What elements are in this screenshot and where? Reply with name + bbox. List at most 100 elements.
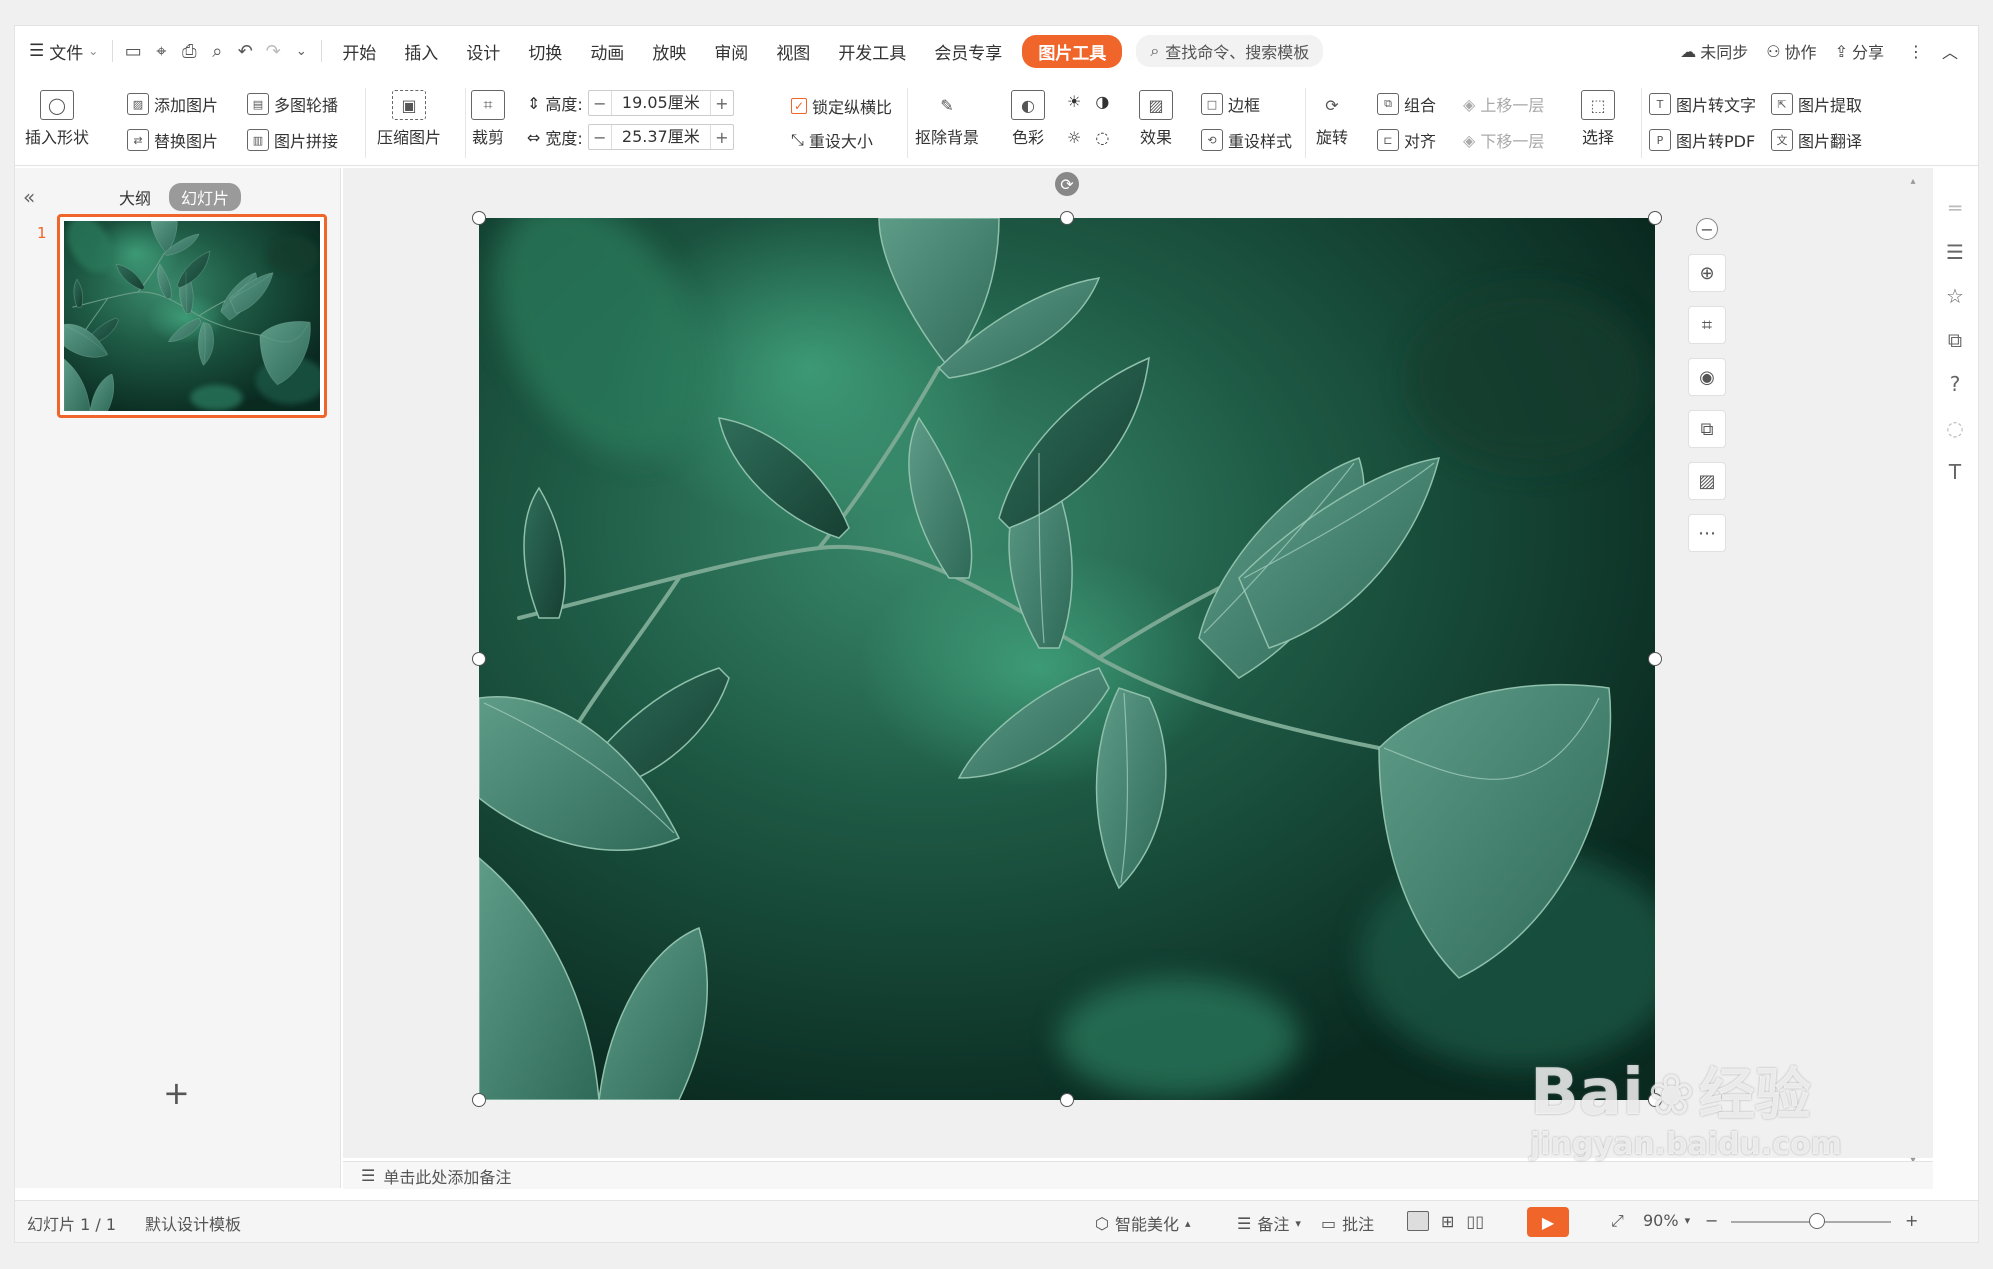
notes-bar[interactable]: ☰ 单击此处添加备注: [343, 1161, 1933, 1189]
crop-button[interactable]: ⌗ 裁剪: [471, 90, 505, 148]
template-name[interactable]: 默认设计模板: [145, 1211, 241, 1235]
zoom-in-icon[interactable]: +: [1905, 1211, 1918, 1230]
width-field[interactable]: 25.37厘米: [610, 125, 711, 149]
add-slide-button[interactable]: +: [163, 1074, 190, 1112]
zoom-slider[interactable]: [1731, 1213, 1891, 1229]
tab-slideshow[interactable]: 放映: [638, 39, 700, 64]
zoom-slider-track[interactable]: [1731, 1213, 1891, 1229]
collab-button[interactable]: ⚇ 协作: [1766, 39, 1816, 63]
tab-transition[interactable]: 切换: [514, 39, 576, 64]
multi-carousel-button[interactable]: ▤ 多图轮播: [247, 92, 338, 116]
height-field[interactable]: 19.05厘米: [610, 91, 711, 115]
contrast-down-icon[interactable]: ◌: [1095, 128, 1109, 147]
rotate-handle-icon[interactable]: ⟳: [1055, 172, 1079, 196]
insert-shape-button[interactable]: ◯ 插入形状: [25, 90, 89, 148]
height-stepper[interactable]: −19.05厘米 +: [587, 90, 734, 116]
decrement-icon[interactable]: −: [589, 128, 611, 147]
tab-view[interactable]: 视图: [762, 39, 824, 64]
zoom-out-icon[interactable]: −: [1705, 1211, 1718, 1230]
send-backward-button[interactable]: ◈ 下移一层: [1463, 128, 1544, 152]
bring-forward-button[interactable]: ◈ 上移一层: [1463, 92, 1544, 116]
grid-view-icon[interactable]: ⊞: [1441, 1212, 1454, 1231]
reset-size-button[interactable]: ⤡ 重设大小: [791, 128, 873, 152]
leaf-photo[interactable]: [479, 218, 1655, 1100]
fit-window-icon[interactable]: ⤢: [1611, 1211, 1624, 1231]
sync-status[interactable]: ☁ 未同步: [1680, 39, 1748, 63]
more-icon[interactable]: ⋯: [1688, 514, 1726, 552]
vertical-scrollbar[interactable]: ▴ ▾: [1906, 176, 1920, 1166]
resize-handle[interactable]: [472, 1093, 486, 1107]
reset-style-button[interactable]: ⟲ 重设样式: [1201, 128, 1292, 152]
tab-slides[interactable]: 幻灯片: [169, 183, 242, 211]
group-button[interactable]: ⧉ 组合: [1377, 92, 1436, 116]
tab-developer[interactable]: 开发工具: [824, 39, 920, 64]
increment-icon[interactable]: +: [711, 128, 733, 147]
print-preview-icon[interactable]: ⌕: [203, 37, 231, 65]
redo-icon[interactable]: ↷: [259, 37, 287, 65]
slideshow-button[interactable]: ▶: [1527, 1207, 1569, 1237]
comments-toggle[interactable]: ▭ 批注: [1321, 1211, 1374, 1235]
help-icon[interactable]: ?: [1950, 372, 1961, 396]
scroll-up-icon[interactable]: ▴: [1910, 176, 1915, 187]
tab-animation[interactable]: 动画: [576, 39, 638, 64]
file-menu[interactable]: ☰ 文件 ⌄: [21, 39, 106, 64]
zoom-slider-knob[interactable]: [1809, 1213, 1825, 1229]
fill-icon[interactable]: ▨: [1688, 462, 1726, 500]
zoom-level[interactable]: 90% ▾: [1643, 1211, 1690, 1230]
pic-extract-button[interactable]: ⇱ 图片提取: [1771, 92, 1862, 116]
tab-outline[interactable]: 大纲: [107, 183, 163, 211]
pic-to-text-button[interactable]: T 图片转文字: [1649, 92, 1756, 116]
decrement-icon[interactable]: −: [589, 94, 611, 113]
color-button[interactable]: ◐ 色彩: [1011, 90, 1045, 148]
tab-design[interactable]: 设计: [452, 39, 514, 64]
copy-icon[interactable]: ⧉: [1948, 328, 1962, 352]
brightness-down-icon[interactable]: ☼: [1067, 128, 1081, 147]
add-picture-button[interactable]: ▨ 添加图片: [127, 92, 218, 116]
print-icon[interactable]: ⎙: [175, 37, 203, 65]
slide-thumbnail[interactable]: [57, 214, 327, 418]
crop-icon[interactable]: ⌗: [1688, 306, 1726, 344]
customize-toolbar-icon[interactable]: ⌄: [287, 37, 315, 65]
border-button[interactable]: □ 边框: [1201, 92, 1260, 116]
resize-handle[interactable]: [472, 211, 486, 225]
resize-handle[interactable]: [1060, 211, 1074, 225]
zoom-in-icon[interactable]: ⊕: [1688, 254, 1726, 292]
brightness-up-icon[interactable]: ☀: [1067, 92, 1081, 111]
lock-ratio-checkbox[interactable]: ✓ 锁定纵横比: [791, 94, 892, 118]
share-button[interactable]: ⇪ 分享: [1835, 39, 1884, 63]
collapse-ribbon-icon[interactable]: ︿: [1942, 39, 1958, 63]
normal-view-icon[interactable]: [1407, 1211, 1429, 1231]
bulb-icon[interactable]: ◌: [1946, 416, 1963, 440]
reading-view-icon[interactable]: ▯▯: [1466, 1212, 1484, 1231]
save-icon[interactable]: ▭: [119, 37, 147, 65]
compress-picture-button[interactable]: ▣ 压缩图片: [377, 90, 441, 148]
notes-toggle[interactable]: ☰ 备注 ▾: [1237, 1211, 1301, 1235]
align-button[interactable]: ⊏ 对齐: [1377, 128, 1436, 152]
smart-beautify-button[interactable]: ⬡ 智能美化 ▴: [1095, 1211, 1191, 1235]
width-stepper[interactable]: −25.37厘米 +: [587, 124, 734, 150]
tab-member[interactable]: 会员专享: [920, 39, 1016, 64]
replace-image-icon[interactable]: ⧉: [1688, 410, 1726, 448]
picture-collage-button[interactable]: ▥ 图片拼接: [247, 128, 338, 152]
increment-icon[interactable]: +: [711, 94, 733, 113]
star-icon[interactable]: ☆: [1946, 284, 1964, 308]
more-icon[interactable]: ⋮: [1908, 42, 1924, 61]
tab-picture-tools[interactable]: 图片工具: [1022, 34, 1123, 68]
text-icon[interactable]: T: [1949, 460, 1961, 484]
resize-handle[interactable]: [1648, 652, 1662, 666]
tab-insert[interactable]: 插入: [390, 39, 452, 64]
select-button[interactable]: ⬚ 选择: [1581, 90, 1615, 148]
tab-review[interactable]: 审阅: [700, 39, 762, 64]
panel-toggle-icon[interactable]: ═: [1949, 196, 1961, 220]
tab-home[interactable]: 开始: [328, 39, 390, 64]
properties-icon[interactable]: ☰: [1946, 240, 1964, 264]
format-painter-icon[interactable]: ⌖: [147, 37, 175, 65]
replace-picture-button[interactable]: ⇄ 替换图片: [127, 128, 218, 152]
minus-icon[interactable]: −: [1696, 218, 1718, 240]
collapse-panel-icon[interactable]: «: [23, 185, 35, 209]
pic-to-pdf-button[interactable]: P 图片转PDF: [1649, 128, 1755, 152]
effect-button[interactable]: ▨ 效果: [1139, 90, 1173, 148]
pic-translate-button[interactable]: 文图片翻译: [1771, 128, 1862, 152]
resize-handle[interactable]: [1648, 211, 1662, 225]
command-search[interactable]: ⌕ 查找命令、搜索模板: [1136, 35, 1324, 67]
